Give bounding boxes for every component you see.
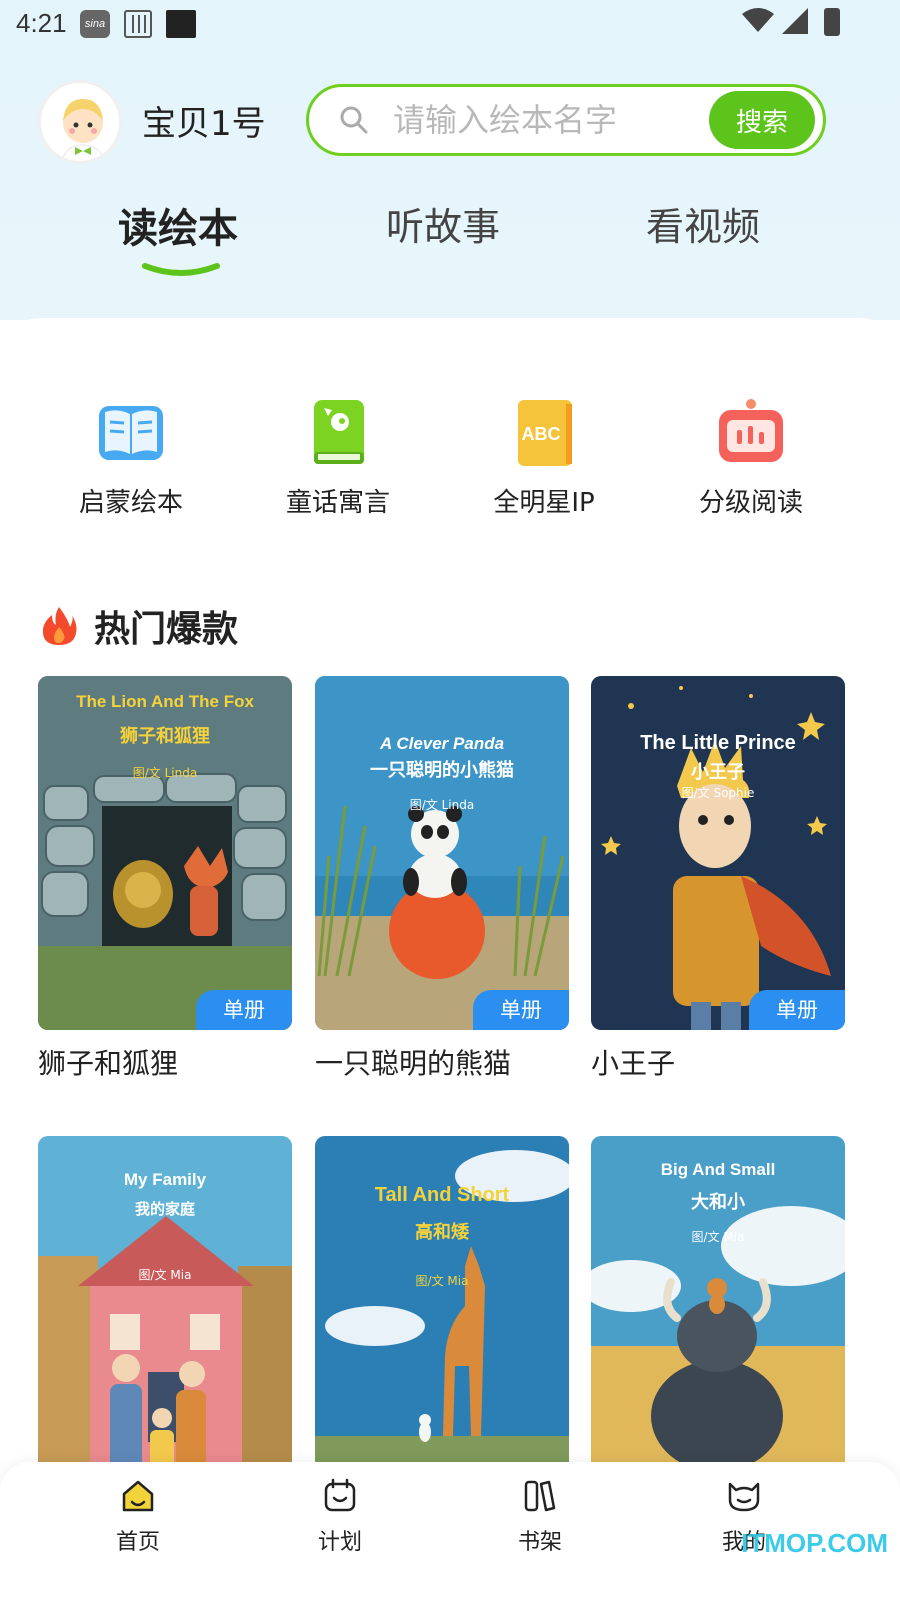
- nav-home[interactable]: 首页: [78, 1476, 198, 1556]
- bookshelf-icon: [524, 1480, 556, 1512]
- category-allstar-ip[interactable]: ABC 全明星IP: [454, 396, 634, 519]
- watermark: ITMOP.COM: [741, 1528, 888, 1558]
- plan-icon: [324, 1478, 356, 1512]
- cover-author: 图/文 Mia: [415, 1274, 469, 1288]
- category-label: 分级阅读: [698, 488, 803, 518]
- category-label: 全明星IP: [493, 488, 595, 518]
- search-input[interactable]: [393, 95, 693, 145]
- sim-card-icon: [124, 10, 152, 38]
- category-row: 启蒙绘本 童话寓言 ABC 全明星IP 分级阅读: [0, 396, 900, 526]
- search-box[interactable]: 搜索: [306, 84, 826, 156]
- cover-title-en: The Lion And The Fox: [76, 692, 254, 711]
- cover-title-cn: 一只聪明的小熊猫: [370, 760, 514, 781]
- cover-author: 图/文 Mia: [138, 1268, 192, 1282]
- tab-bar: 读绘本 听故事 看视频: [0, 196, 900, 286]
- active-tab-indicator: [142, 263, 220, 276]
- cover-title-cn: 小王子: [691, 762, 745, 783]
- category-label: 童话寓言: [285, 488, 390, 518]
- single-volume-badge: 单册: [196, 990, 292, 1030]
- cellular-signal-icon: [782, 8, 808, 34]
- book-card[interactable]: The Lion And The Fox 狮子和狐狸 图/文 Linda 单册 …: [38, 676, 292, 1082]
- cover-title-en: A Clever Panda: [379, 734, 505, 753]
- cover-title-en: The Little Prince: [640, 732, 796, 754]
- abc-book-icon: ABC: [518, 400, 572, 466]
- cover-title-cn: 大和小: [691, 1192, 745, 1213]
- cover-title-cn: 我的家庭: [134, 1200, 195, 1218]
- cover-title-cn: 狮子和狐狸: [120, 726, 210, 747]
- svg-text:ABC: ABC: [522, 424, 561, 444]
- category-level-reading[interactable]: 分级阅读: [661, 396, 841, 519]
- book-title: 一只聪明的熊猫: [315, 1047, 512, 1080]
- status-bar: 4:21 sina: [0, 0, 900, 48]
- status-time: 4:21: [16, 8, 67, 38]
- single-volume-badge: 单册: [473, 990, 569, 1030]
- tab-listen-stories[interactable]: 听故事: [386, 196, 500, 251]
- content-card: 启蒙绘本 童话寓言 ABC 全明星IP 分级阅读 热门爆款 The Lion A…: [0, 318, 900, 1600]
- book-cover: A Clever Panda 一只聪明的小熊猫 图/文 Linda 单册: [315, 676, 569, 1030]
- tab-read-picture-books[interactable]: 读绘本: [118, 196, 238, 254]
- book-cover: Tall And Short 高和矮 图/文 Mia: [315, 1136, 569, 1490]
- cover-title-en: Tall And Short: [374, 1184, 510, 1206]
- book-card[interactable]: A Clever Panda 一只聪明的小熊猫 图/文 Linda 单册 一只聪…: [315, 676, 569, 1082]
- wifi-icon: [742, 8, 774, 32]
- signal-group: [742, 8, 808, 34]
- cover-author: 图/文 Mia: [691, 1230, 745, 1244]
- clock-widget-icon: [166, 10, 196, 38]
- cover-title-en: Big And Small: [660, 1160, 776, 1179]
- sina-weibo-icon: sina: [80, 10, 110, 38]
- search-icon: [340, 106, 368, 134]
- level-reading-icon: [719, 399, 783, 462]
- nav-label: 计划: [317, 1530, 362, 1555]
- category-fairy-tales[interactable]: 童话寓言: [248, 396, 428, 519]
- open-book-icon: [99, 406, 163, 460]
- battery-icon: [824, 8, 840, 36]
- fire-icon: [42, 607, 77, 645]
- book-cover: My Family 我的家庭 图/文 Mia: [38, 1136, 292, 1490]
- child-avatar-icon: [61, 99, 105, 161]
- book-cover: Big And Small 大和小 图/文 Mia: [591, 1136, 845, 1490]
- nav-plan[interactable]: 计划: [280, 1476, 400, 1556]
- cover-author: 图/文 Linda: [409, 798, 475, 812]
- category-enlightenment[interactable]: 启蒙绘本: [41, 396, 221, 519]
- book-cover: The Little Prince 小王子 图/文 Sophie 单册: [591, 676, 845, 1030]
- home-icon: [122, 1480, 154, 1512]
- book-card[interactable]: Big And Small 大和小 图/文 Mia: [591, 1136, 845, 1502]
- nav-label: 书架: [517, 1530, 562, 1555]
- search-button[interactable]: 搜索: [709, 91, 815, 149]
- single-volume-badge: 单册: [749, 990, 845, 1030]
- book-card[interactable]: Tall And Short 高和矮 图/文 Mia: [315, 1136, 569, 1502]
- cover-title-cn: 高和矮: [415, 1222, 469, 1243]
- section-header-hot: 热门爆款: [40, 600, 238, 652]
- cover-author: 图/文 Sophie: [681, 786, 755, 800]
- nav-bookshelf[interactable]: 书架: [480, 1476, 600, 1556]
- username: 宝贝1号: [142, 104, 266, 144]
- book-cover: The Lion And The Fox 狮子和狐狸 图/文 Linda 单册: [38, 676, 292, 1030]
- tab-watch-videos[interactable]: 看视频: [646, 196, 760, 251]
- cover-author: 图/文 Linda: [132, 766, 198, 780]
- category-label: 启蒙绘本: [78, 488, 183, 518]
- little-prince-illustration: [591, 676, 845, 1030]
- panda-illustration: [315, 676, 569, 1030]
- avatar[interactable]: [38, 80, 122, 164]
- bird-book-icon: [314, 400, 364, 464]
- book-card[interactable]: The Little Prince 小王子 图/文 Sophie 单册 小王子: [591, 676, 845, 1082]
- book-card[interactable]: My Family 我的家庭 图/文 Mia: [38, 1136, 292, 1502]
- nav-label: 首页: [115, 1530, 160, 1555]
- book-title: 狮子和狐狸: [38, 1047, 179, 1080]
- cover-title-en: My Family: [123, 1170, 207, 1189]
- section-title: 热门爆款: [94, 609, 239, 650]
- book-title: 小王子: [591, 1047, 676, 1080]
- profile-icon: [728, 1482, 760, 1512]
